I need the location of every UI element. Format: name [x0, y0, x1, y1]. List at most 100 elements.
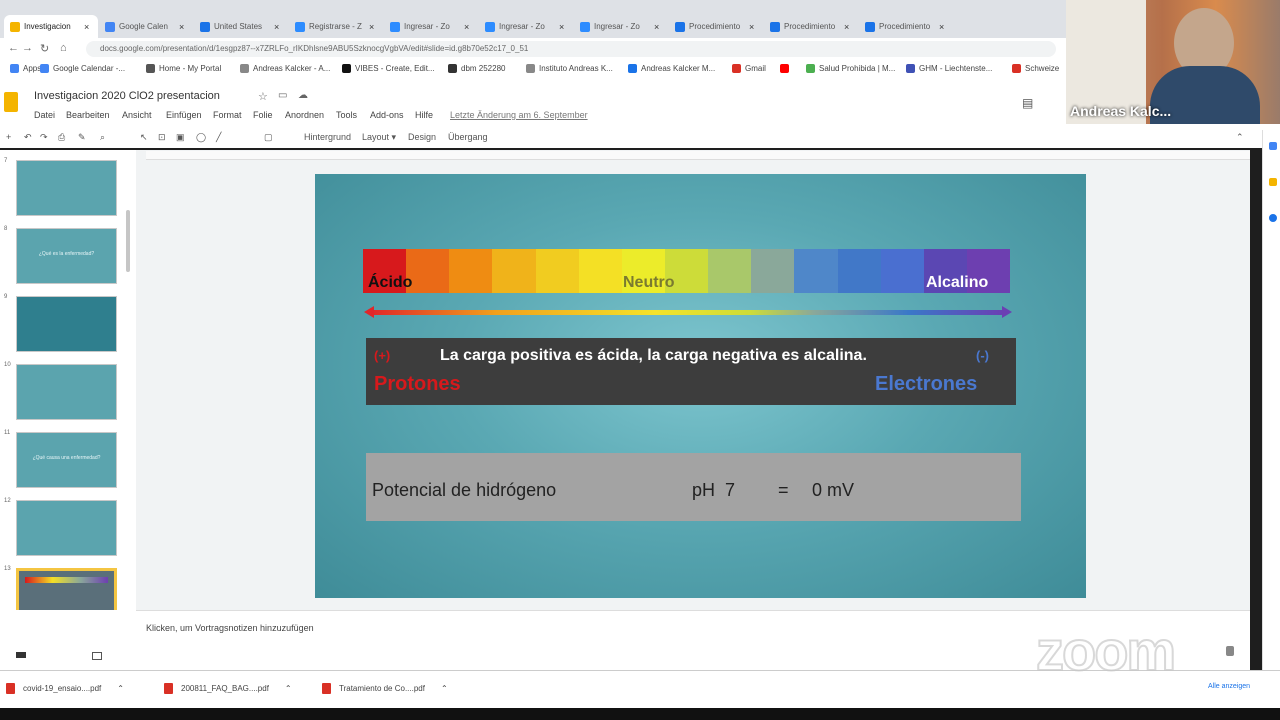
- transition-button[interactable]: Übergang: [448, 132, 488, 142]
- slide-thumbnail[interactable]: ¿Qué es la enfermedad?: [16, 228, 117, 284]
- pdf-icon: [6, 683, 15, 694]
- browser-tab[interactable]: Google Calen ×: [99, 15, 193, 38]
- shape-icon[interactable]: ◯: [196, 132, 206, 143]
- slide-thumbnail[interactable]: [16, 364, 117, 420]
- browser-tab[interactable]: Procedimiento ×: [669, 15, 763, 38]
- download-menu-icon[interactable]: ⌃: [117, 684, 124, 693]
- bookmark-item[interactable]: Andreas Kalcker M...: [628, 64, 715, 73]
- slide-thumbnail[interactable]: [16, 500, 117, 556]
- comment-add-icon[interactable]: ▢: [264, 132, 273, 143]
- tab-close-icon[interactable]: ×: [654, 22, 664, 32]
- textbox-icon[interactable]: ⊡: [158, 132, 166, 143]
- horizontal-ruler: [146, 151, 1250, 160]
- bookmark-item[interactable]: [780, 64, 793, 73]
- menu-item[interactable]: Bearbeiten: [66, 110, 110, 120]
- grid-view-icon[interactable]: [92, 652, 102, 660]
- filmstrip-scrollbar[interactable]: [126, 210, 130, 272]
- tab-favicon-icon: [865, 21, 875, 32]
- menu-item[interactable]: Anordnen: [285, 110, 324, 120]
- line-icon[interactable]: ╱: [216, 132, 221, 143]
- bookmark-item[interactable]: Google Calendar -...: [40, 64, 125, 73]
- bookmark-item[interactable]: Instituto Andreas K...: [526, 64, 613, 73]
- move-folder-icon[interactable]: ▭: [278, 90, 287, 101]
- bookmark-item[interactable]: Gmail: [732, 64, 766, 73]
- tab-close-icon[interactable]: ×: [939, 22, 949, 32]
- forward-icon[interactable]: →: [22, 42, 33, 54]
- speaker-notes-placeholder[interactable]: Klicken, um Vortragsnotizen hinzuzufügen: [146, 623, 314, 633]
- browser-tab[interactable]: Ingresar - Zo ×: [479, 15, 573, 38]
- browser-tab[interactable]: Procedimiento ×: [764, 15, 858, 38]
- background-button[interactable]: Hintergrund: [304, 132, 351, 142]
- url-field[interactable]: docs.google.com/presentation/d/1esgpz87-…: [86, 41, 1056, 57]
- browser-tab[interactable]: Investigacion ×: [4, 15, 98, 38]
- menu-item[interactable]: Folie: [253, 110, 273, 120]
- filmstrip-view-icon[interactable]: [16, 652, 26, 658]
- menu-item[interactable]: Ansicht: [122, 110, 152, 120]
- menu-item[interactable]: Einfügen: [166, 110, 202, 120]
- back-icon[interactable]: ←: [8, 42, 19, 54]
- tab-close-icon[interactable]: ×: [274, 22, 284, 32]
- star-icon[interactable]: ☆: [258, 90, 268, 103]
- bookmark-item[interactable]: Andreas Kalcker - A...: [240, 64, 330, 73]
- reload-icon[interactable]: ↻: [40, 42, 49, 55]
- show-all-downloads[interactable]: Alle anzeigen: [1208, 683, 1250, 690]
- bookmark-label: GHM - Liechtenste...: [919, 64, 993, 73]
- bookmark-item[interactable]: Home - My Portal: [146, 64, 221, 73]
- collapse-icon[interactable]: ⌃: [1236, 132, 1244, 143]
- browser-tab[interactable]: Ingresar - Zo ×: [574, 15, 668, 38]
- bookmark-item[interactable]: Salud Prohibida | M...: [806, 64, 895, 73]
- print-icon[interactable]: ⎙: [58, 132, 65, 143]
- bookmark-label: Google Calendar -...: [53, 64, 126, 73]
- slide-thumbnail[interactable]: ¿Qué causa una enfermedad?: [16, 432, 117, 488]
- theme-button[interactable]: Design: [408, 132, 436, 142]
- menu-item[interactable]: Hilfe: [415, 110, 433, 120]
- tab-close-icon[interactable]: ×: [369, 22, 379, 32]
- bookmark-item[interactable]: GHM - Liechtenste...: [906, 64, 992, 73]
- add-slide-icon[interactable]: +: [6, 132, 11, 142]
- tab-favicon-icon: [200, 21, 210, 32]
- select-icon[interactable]: ↖: [140, 132, 148, 143]
- keep-addon-icon[interactable]: [1269, 178, 1277, 186]
- comments-icon[interactable]: ▤: [1022, 96, 1033, 110]
- bookmark-item[interactable]: Schweize: [1012, 64, 1059, 73]
- menu-item[interactable]: Add-ons: [370, 110, 404, 120]
- menu-item[interactable]: Tools: [336, 110, 357, 120]
- browser-tab[interactable]: Ingresar - Zo ×: [384, 15, 478, 38]
- download-item[interactable]: covid-19_ensaio....pdf ⌃: [6, 683, 124, 694]
- download-menu-icon[interactable]: ⌃: [285, 684, 292, 693]
- download-item[interactable]: 200811_FAQ_BAG....pdf ⌃: [164, 683, 292, 694]
- download-menu-icon[interactable]: ⌃: [441, 684, 448, 693]
- home-icon[interactable]: ⌂: [60, 42, 67, 54]
- tab-close-icon[interactable]: ×: [844, 22, 854, 32]
- slide-thumbnail[interactable]: [16, 296, 117, 352]
- zoom-icon[interactable]: ⌕: [100, 132, 105, 143]
- bookmark-item[interactable]: VIBES - Create, Edit...: [342, 64, 435, 73]
- tab-close-icon[interactable]: ×: [749, 22, 759, 32]
- download-item[interactable]: Tratamiento de Co....pdf ⌃: [322, 683, 448, 694]
- browser-tab[interactable]: United States ×: [194, 15, 288, 38]
- last-edit-link[interactable]: Letzte Änderung am 6. September: [450, 110, 588, 120]
- tab-close-icon[interactable]: ×: [464, 22, 474, 32]
- undo-icon[interactable]: ↶: [24, 132, 32, 143]
- equals-sign: =: [778, 480, 789, 500]
- slides-logo-icon[interactable]: [4, 92, 18, 112]
- menu-item[interactable]: Format: [213, 110, 242, 120]
- redo-icon[interactable]: ↷: [40, 132, 48, 143]
- paint-format-icon[interactable]: ✎: [78, 132, 86, 143]
- tab-close-icon[interactable]: ×: [179, 22, 189, 32]
- calendar-addon-icon[interactable]: [1269, 142, 1277, 150]
- tab-close-icon[interactable]: ×: [559, 22, 569, 32]
- tasks-addon-icon[interactable]: [1269, 214, 1277, 222]
- bookmark-icon: [628, 64, 637, 73]
- slide-thumbnail[interactable]: [16, 160, 117, 216]
- tab-bar: Investigacion × Google Calen × United States…: [0, 12, 1066, 38]
- layout-button[interactable]: Layout ▾: [362, 132, 396, 143]
- bookmark-item[interactable]: dbm 252280: [448, 64, 505, 73]
- tab-close-icon[interactable]: ×: [84, 22, 94, 32]
- bookmark-item[interactable]: Apps: [10, 64, 41, 73]
- menu-item[interactable]: Datei: [34, 110, 55, 120]
- image-icon[interactable]: ▣: [176, 132, 185, 143]
- browser-tab[interactable]: Procedimiento ×: [859, 15, 953, 38]
- document-title[interactable]: Investigacion 2020 ClO2 presentacion: [34, 90, 220, 102]
- browser-tab[interactable]: Registrarse - Z ×: [289, 15, 383, 38]
